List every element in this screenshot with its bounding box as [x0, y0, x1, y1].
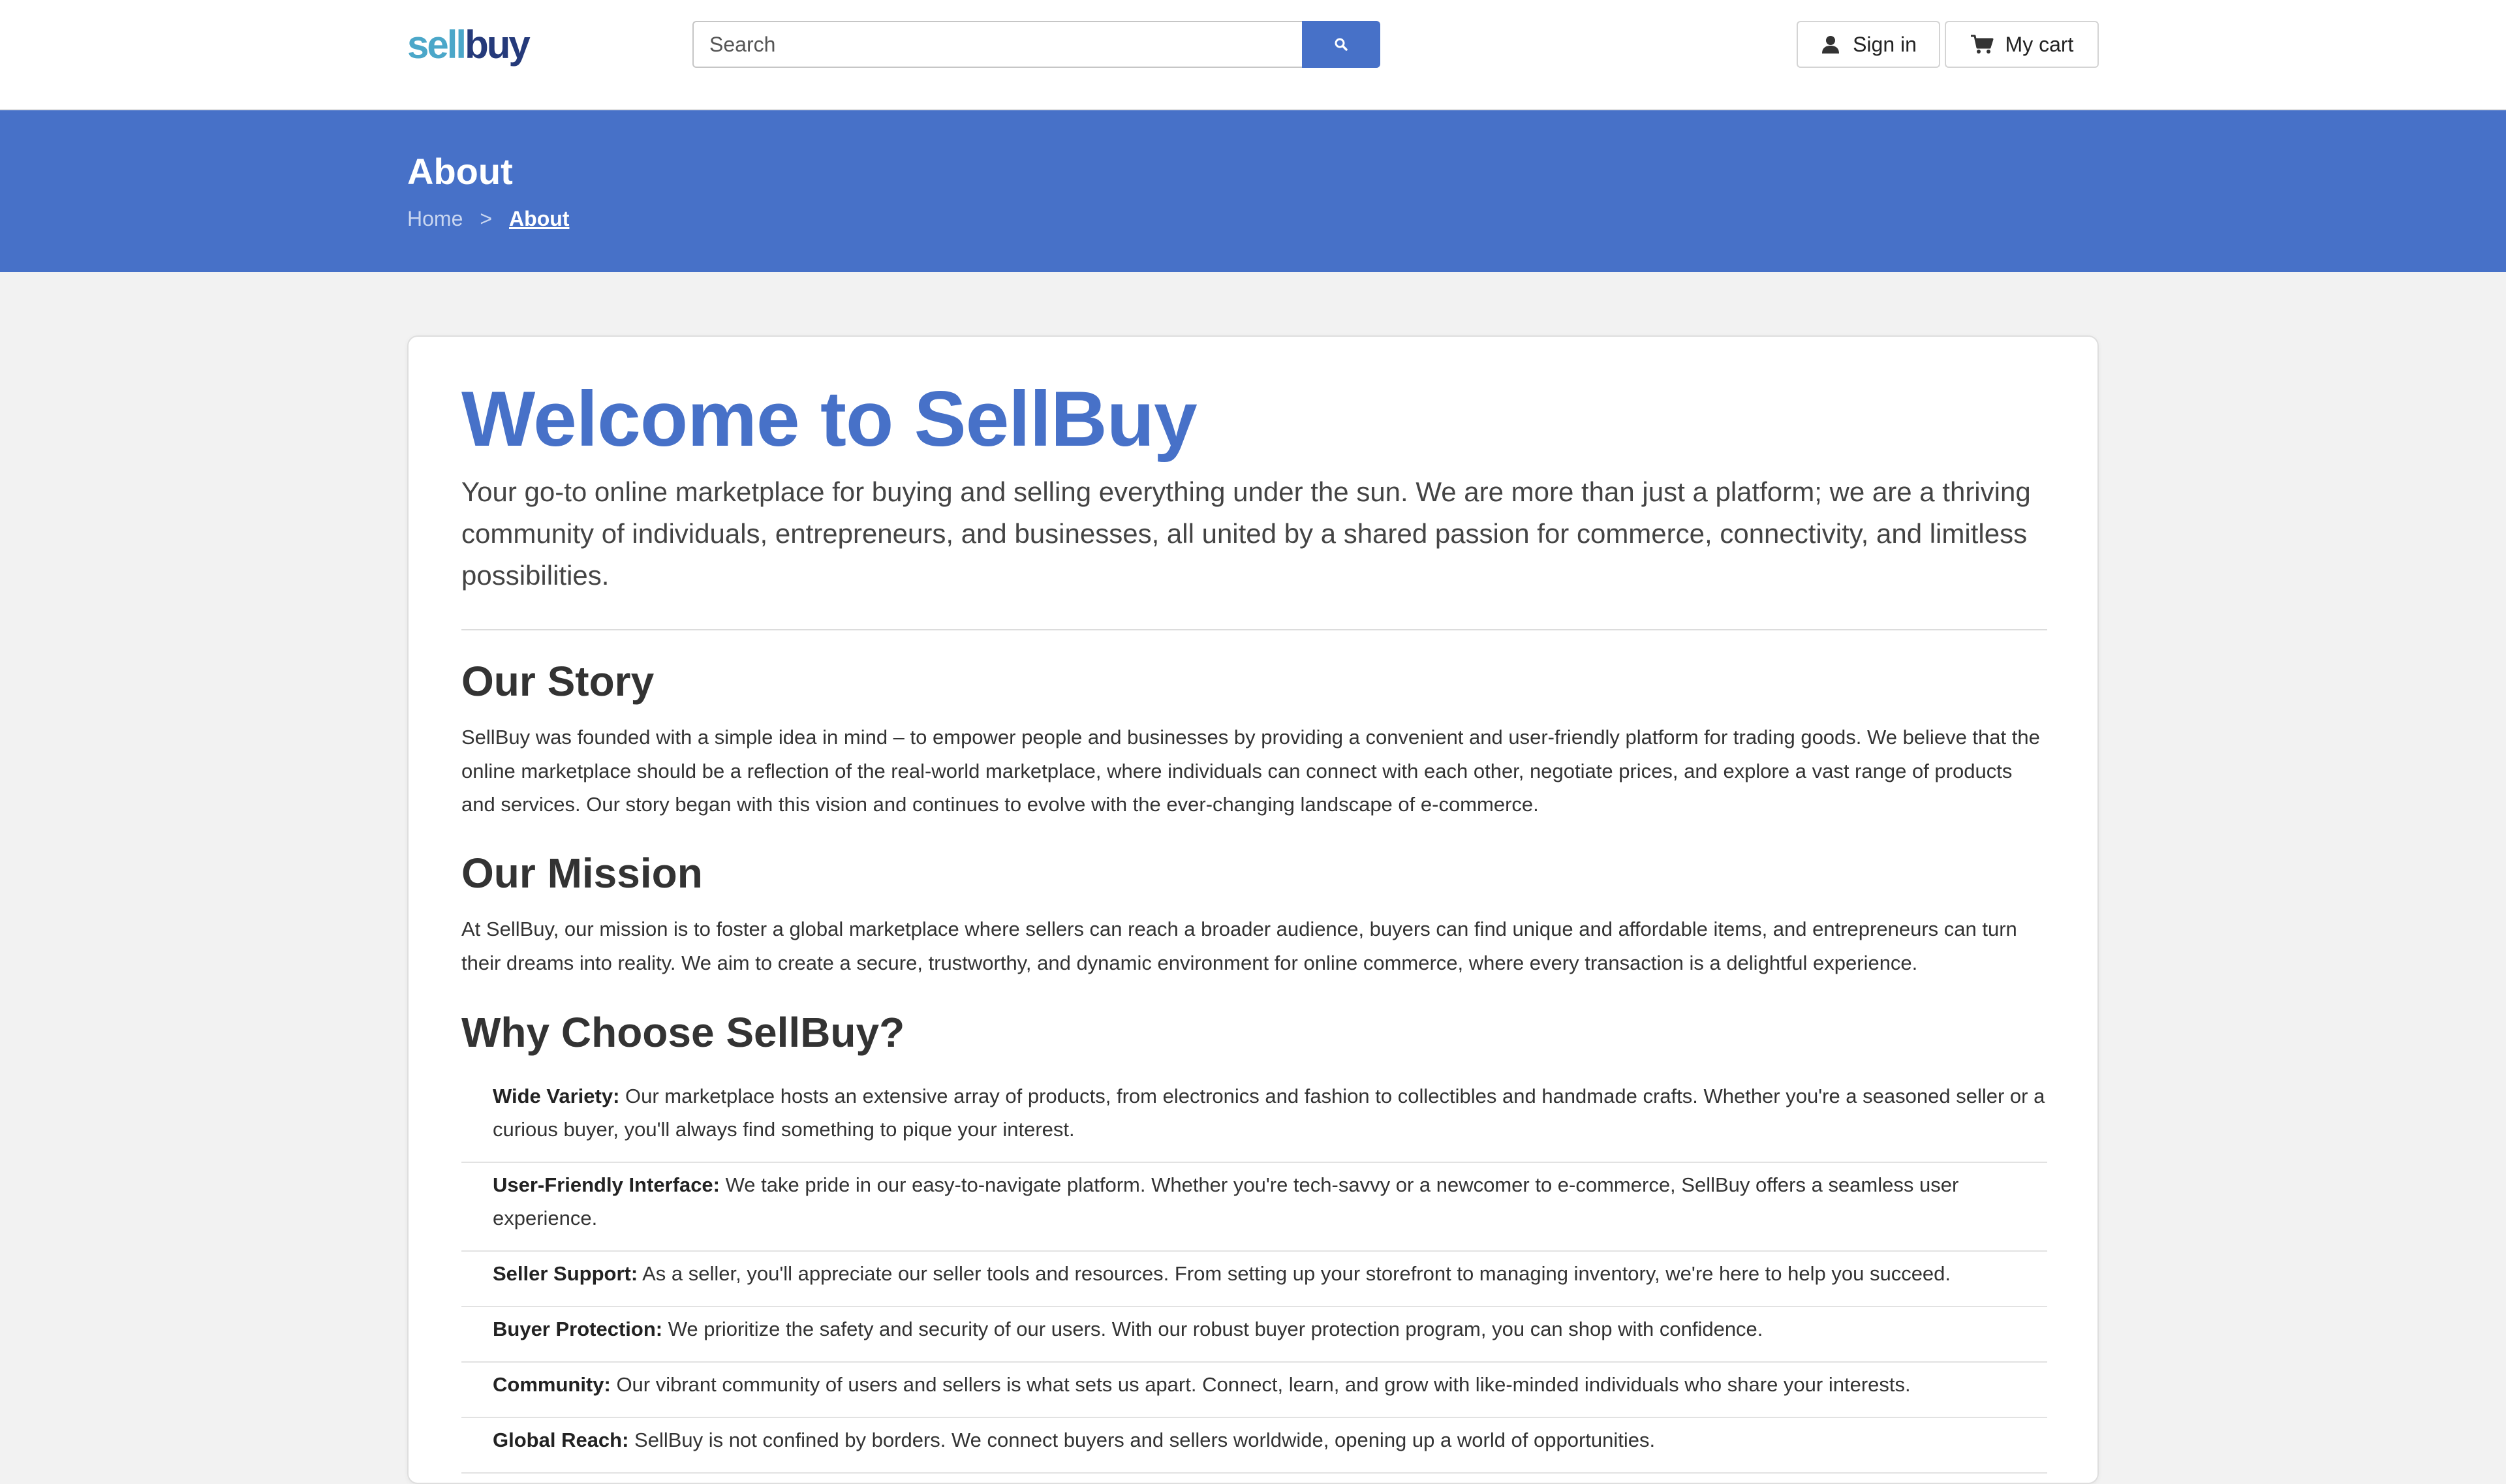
page-title: About: [407, 151, 513, 192]
list-item: Community: Our vibrant community of user…: [461, 1363, 2047, 1418]
list-item: Global Reach: SellBuy is not confined by…: [461, 1418, 2047, 1474]
our-story-heading: Our Story: [461, 658, 655, 705]
list-item: User-Friendly Interface: We take pride i…: [461, 1163, 2047, 1252]
top-navbar: sellbuy Sign in My cart: [0, 0, 2506, 110]
search-bar: [692, 21, 1380, 68]
list-item: Buyer Protection: We prioritize the safe…: [461, 1307, 2047, 1363]
list-item-term: User-Friendly Interface:: [493, 1173, 720, 1196]
sign-in-label: Sign in: [1853, 32, 1917, 56]
logo-buy-text: buy: [465, 23, 531, 67]
our-mission-heading: Our Mission: [461, 850, 703, 897]
list-item-text: SellBuy is not confined by borders. We c…: [628, 1429, 1656, 1451]
why-choose-list: Wide Variety: Our marketplace hosts an e…: [461, 1074, 2047, 1474]
list-item: Seller Support: As a seller, you'll appr…: [461, 1252, 2047, 1307]
list-item-term: Global Reach:: [493, 1429, 629, 1451]
my-cart-button[interactable]: My cart: [1945, 21, 2099, 68]
welcome-heading: Welcome to SellBuy: [461, 375, 1198, 463]
divider: [461, 629, 2047, 630]
about-card: Welcome to SellBuy Your go-to online mar…: [407, 335, 2099, 1484]
list-item-term: Buyer Protection:: [493, 1318, 663, 1340]
breadcrumb-separator: >: [480, 207, 493, 230]
list-item-term: Community:: [493, 1373, 611, 1396]
list-item-text: As a seller, you'll appreciate our selle…: [638, 1262, 1951, 1285]
my-cart-label: My cart: [2005, 32, 2074, 56]
list-item-term: Wide Variety:: [493, 1085, 620, 1107]
list-item-text: Our marketplace hosts an extensive array…: [493, 1085, 2045, 1141]
cart-icon: [1970, 35, 1994, 54]
list-item: Wide Variety: Our marketplace hosts an e…: [461, 1074, 2047, 1163]
our-story-text: SellBuy was founded with a simple idea i…: [461, 726, 2040, 816]
intro-paragraph: Your go-to online marketplace for buying…: [461, 476, 2031, 591]
sign-in-button[interactable]: Sign in: [1797, 21, 1940, 68]
our-mission-text: At SellBuy, our mission is to foster a g…: [461, 918, 2017, 974]
list-item-text: Our vibrant community of users and selle…: [610, 1373, 1911, 1396]
page-header-band: About Home > About: [0, 110, 2506, 272]
search-button[interactable]: [1302, 21, 1380, 68]
user-icon: [1822, 36, 1840, 54]
logo-sell-text: sell: [407, 23, 467, 67]
search-icon: [1335, 38, 1348, 51]
breadcrumb-current-link[interactable]: About: [509, 206, 569, 232]
list-item-term: Seller Support:: [493, 1262, 638, 1285]
breadcrumb: Home > About: [407, 206, 569, 232]
list-item-text: We prioritize the safety and security of…: [662, 1318, 1763, 1340]
sellbuy-logo[interactable]: sellbuy: [407, 22, 531, 68]
breadcrumb-home-link[interactable]: Home: [407, 206, 463, 232]
search-input[interactable]: [692, 21, 1302, 68]
why-choose-heading: Why Choose SellBuy?: [461, 1009, 905, 1056]
